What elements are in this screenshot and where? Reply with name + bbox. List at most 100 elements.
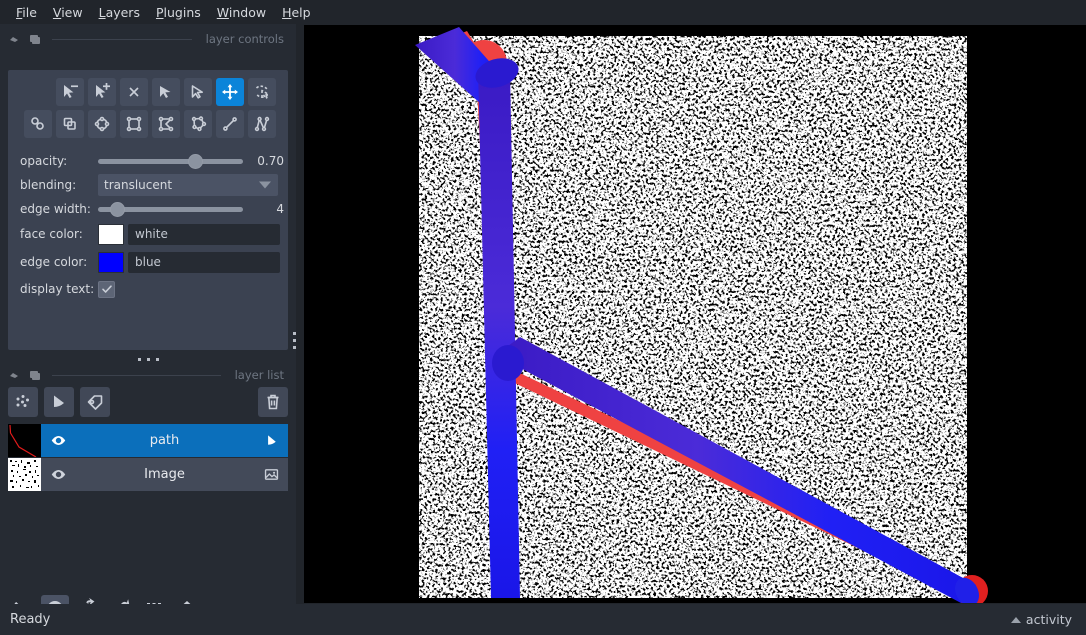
- layer-row-image-body[interactable]: Image: [41, 458, 288, 491]
- status-text: Ready: [10, 612, 51, 627]
- path-thumbnail: [8, 424, 41, 457]
- left-dock-panel: layer controls opacity: 0.70 blending: t…: [0, 24, 298, 623]
- blending-row: blending: translucent: [20, 174, 286, 196]
- edge-width-slider[interactable]: [98, 198, 243, 220]
- new-points-button[interactable]: [8, 387, 38, 417]
- layer-name-image: Image: [144, 467, 185, 482]
- check-icon: [101, 285, 112, 293]
- delete-shape-icon[interactable]: [120, 78, 148, 106]
- blending-value: translucent: [104, 178, 173, 192]
- menu-file[interactable]: File: [8, 2, 45, 23]
- edge-width-label: edge width:: [20, 202, 91, 216]
- layer-list-dock-title: layer list: [0, 364, 296, 386]
- eye-icon-2: [51, 470, 65, 479]
- shape-tools-row-1: [20, 78, 276, 106]
- opacity-value: 0.70: [257, 154, 284, 168]
- menu-plugins[interactable]: Plugins: [148, 2, 209, 23]
- activity-button[interactable]: activity: [1010, 612, 1086, 627]
- opacity-row: opacity: 0.70: [20, 150, 286, 172]
- add-path-icon[interactable]: [248, 110, 276, 138]
- add-polygon-lasso-icon[interactable]: [184, 110, 212, 138]
- points-icon: [16, 395, 29, 407]
- blending-select[interactable]: translucent: [98, 174, 278, 196]
- layer-row-image[interactable]: Image: [8, 458, 288, 491]
- add-ellipse-icon[interactable]: [88, 110, 116, 138]
- transform-icon[interactable]: [248, 78, 276, 106]
- caret-up-icon: [1010, 616, 1021, 623]
- close-dock-icon-2[interactable]: [28, 368, 42, 382]
- menu-layers[interactable]: Layers: [91, 2, 148, 23]
- select-vertex-add-icon[interactable]: [88, 78, 116, 106]
- layer-list-buttons: [8, 386, 288, 418]
- vertical-splitter-handle[interactable]: [290, 324, 298, 356]
- labels-icon: [87, 395, 103, 410]
- horizontal-splitter-handle[interactable]: [132, 355, 164, 363]
- layer-list-label: layer list: [234, 368, 284, 382]
- layer-controls-dock-title: layer controls: [0, 28, 296, 50]
- add-line-icon[interactable]: [216, 110, 244, 138]
- trash-icon: [267, 394, 279, 410]
- menu-help[interactable]: Help: [274, 2, 319, 23]
- layer-list: path Image: [8, 424, 288, 492]
- delete-layer-button[interactable]: [258, 387, 288, 417]
- display-text-row: display text:: [20, 278, 286, 300]
- layer-row-path[interactable]: path: [8, 424, 288, 457]
- display-text-label: display text:: [20, 282, 95, 296]
- chevron-down-icon: [259, 181, 271, 189]
- move-back-icon[interactable]: [24, 110, 52, 138]
- opacity-slider-track: [98, 158, 243, 164]
- blending-label: blending:: [20, 178, 77, 192]
- direct-select-icon[interactable]: [184, 78, 212, 106]
- new-labels-button[interactable]: [80, 387, 110, 417]
- layer-name-path: path: [149, 433, 180, 448]
- new-shapes-button[interactable]: [44, 387, 74, 417]
- face-color-row: face color: white: [20, 223, 286, 245]
- eye-icon: [51, 436, 65, 445]
- activity-label: activity: [1025, 612, 1072, 627]
- viewer-canvas[interactable]: [304, 25, 1086, 603]
- visibility-toggle-path[interactable]: [49, 432, 67, 450]
- menu-view[interactable]: View: [45, 2, 91, 23]
- path-thumbnail-graphic: [8, 424, 41, 457]
- edge-width-value: 4: [276, 202, 284, 216]
- menu-bar: File View Layers Plugins Window Help: [0, 0, 1086, 24]
- shape-tools-grid: [20, 78, 276, 138]
- layer-row-path-body[interactable]: path: [41, 424, 288, 457]
- napari-main-window: File View Layers Plugins Window Help lay…: [0, 0, 1086, 635]
- layer-type-icon-image: [262, 466, 280, 484]
- layer-controls-card: opacity: 0.70 blending: translucent edge…: [8, 70, 288, 350]
- opacity-slider[interactable]: [98, 150, 243, 172]
- edge-color-value[interactable]: blue: [128, 251, 280, 273]
- shapes-icon: [54, 395, 64, 407]
- float-dock-icon[interactable]: [8, 32, 22, 46]
- edge-color-row: edge color: blue: [20, 251, 286, 273]
- edge-color-label: edge color:: [20, 255, 88, 269]
- status-bar: Ready activity: [0, 604, 1086, 635]
- face-color-label: face color:: [20, 227, 83, 241]
- opacity-slider-handle[interactable]: [187, 153, 203, 169]
- display-text-checkbox[interactable]: [98, 280, 115, 298]
- face-color-swatch[interactable]: [98, 223, 124, 245]
- select-shape-icon[interactable]: [152, 78, 180, 106]
- edge-width-slider-handle[interactable]: [109, 201, 125, 217]
- add-polygon-icon[interactable]: [152, 110, 180, 138]
- canvas-render: [304, 25, 1086, 603]
- select-vertex-remove-icon[interactable]: [56, 78, 84, 106]
- menu-window[interactable]: Window: [209, 2, 274, 23]
- edge-color-swatch[interactable]: [98, 251, 124, 273]
- edge-width-row: edge width: 4: [20, 198, 286, 220]
- noise-thumbnail-graphic: [8, 458, 41, 491]
- opacity-label: opacity:: [20, 154, 68, 168]
- noise-thumbnail: [8, 458, 41, 491]
- add-rectangle-icon[interactable]: [120, 110, 148, 138]
- float-dock-icon-2[interactable]: [8, 368, 22, 382]
- dock-title-rule-2: [52, 374, 221, 376]
- close-dock-icon[interactable]: [28, 32, 42, 46]
- move-front-icon[interactable]: [56, 110, 84, 138]
- face-color-value[interactable]: white: [128, 223, 280, 245]
- pan-zoom-icon[interactable]: [216, 78, 244, 106]
- layer-type-icon-shapes: [262, 432, 280, 450]
- visibility-toggle-image[interactable]: [49, 466, 67, 484]
- shape-tools-row-2: [20, 110, 276, 138]
- layer-controls-label: layer controls: [205, 32, 284, 46]
